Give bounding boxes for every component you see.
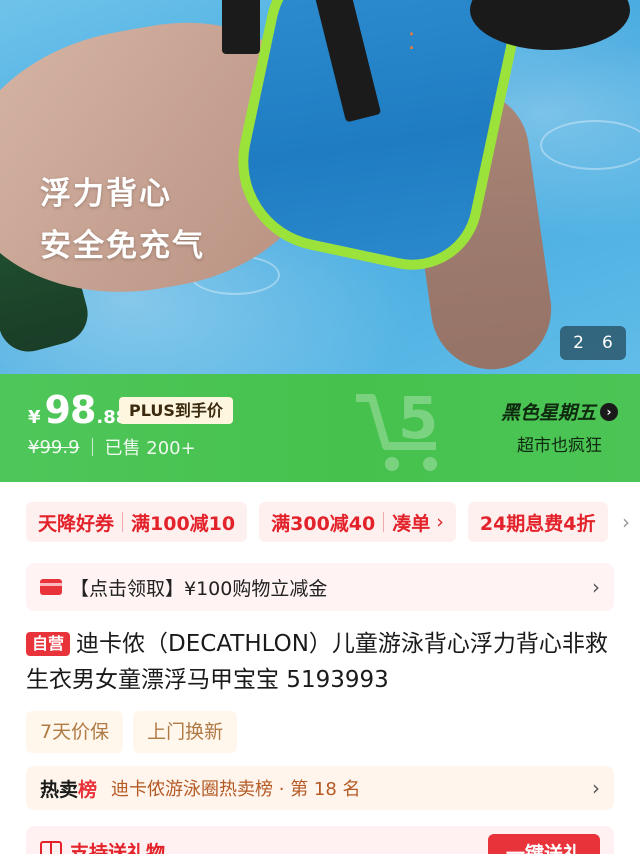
original-price-row: ¥99.9 已售 200+: [28, 434, 196, 460]
coupon-value: 满100减10: [131, 512, 236, 535]
water-ripple: [540, 120, 640, 170]
pager-current: 2: [573, 333, 584, 353]
chevron-right-icon: ›: [592, 776, 600, 800]
divider: [91, 438, 93, 456]
currency-symbol: ¥: [28, 407, 41, 428]
gift-bar: 支持送礼物 一键送礼: [26, 826, 614, 854]
service-tags: 7天价保 上门换新: [26, 711, 238, 753]
promo-title: 黑色星期五: [500, 402, 596, 424]
black-friday-promo[interactable]: 黑色星期五 › 超市也疯狂: [501, 398, 618, 456]
chevron-right-icon[interactable]: ›: [622, 510, 630, 534]
pager-total: 6: [602, 333, 613, 353]
product-title: 自营 迪卡侬（DECATHLON）儿童游泳背心浮力背心非救生衣男女童漂浮马甲宝宝 …: [26, 626, 622, 698]
image-pager: 2 6: [560, 326, 626, 360]
gift-text: 支持送礼物: [70, 841, 166, 854]
chevron-right-icon: ›: [600, 402, 618, 421]
ranking-label: 热卖榜: [40, 775, 97, 802]
promo-subtitle: 超市也疯狂: [516, 436, 602, 456]
send-gift-button[interactable]: 一键送礼: [487, 834, 600, 854]
gift-icon: [40, 841, 62, 854]
coupon-label: 天降好券: [38, 512, 115, 535]
price-band: ¥ 98 .88 PLUS到手价 ¥99.9 已售 200+ 5 黑色星期五 ›…: [0, 374, 640, 482]
coupon-list: 天降好券 满100减10 满300减40 凑单 › 24期息费4折: [26, 502, 640, 544]
logo-number: 5: [398, 384, 438, 452]
chevron-right-icon: ›: [436, 511, 444, 533]
price-integer: 98: [44, 388, 97, 432]
voucher-bar[interactable]: 【点击领取】¥100购物立减金 ›: [26, 563, 614, 611]
vest-strap: [222, 0, 260, 54]
coupon-action: 凑单: [392, 512, 431, 535]
divider: [122, 512, 124, 532]
cart-five-logo-icon: 5: [356, 384, 438, 471]
hero-line-1: 浮力背心: [40, 176, 172, 212]
plus-price-tag: PLUS到手价: [119, 397, 233, 424]
coupon-chip[interactable]: 24期息费4折: [467, 502, 608, 542]
voucher-text: 【点击领取】¥100购物立减金: [70, 577, 328, 600]
product-image-carousel[interactable]: ⁚ 浮力背心 安全免充气 2 6: [0, 0, 640, 374]
ranking-label-board: 榜: [78, 778, 98, 801]
divider: [383, 512, 385, 532]
coupon-label: 满300减40: [271, 512, 376, 535]
vest-logo: ⁚: [408, 30, 415, 55]
service-tag-price-protect[interactable]: 7天价保: [26, 711, 124, 753]
hero-overlay-text: 浮力背心 安全免充气: [40, 168, 205, 272]
service-tag-home-exchange[interactable]: 上门换新: [133, 711, 238, 753]
sold-count: 已售 200+: [104, 438, 196, 459]
ranking-bar[interactable]: 热卖榜 迪卡侬游泳圈热卖榜 · 第 18 名 ›: [26, 766, 614, 810]
hero-line-2: 安全免充气: [40, 228, 205, 264]
coupon-chip[interactable]: 天降好券 满100减10: [26, 502, 248, 542]
chevron-right-icon: ›: [592, 575, 600, 599]
self-operated-badge: 自营: [26, 632, 71, 656]
ranking-label-hot: 热卖: [40, 778, 79, 801]
coupon-chip[interactable]: 满300减40 凑单 ›: [259, 502, 456, 542]
original-price: ¥99.9: [28, 436, 80, 458]
coupon-label: 24期息费4折: [479, 512, 596, 535]
card-icon: [40, 579, 62, 595]
promo-title-row: 黑色星期五 ›: [501, 398, 618, 425]
current-price: ¥ 98 .88: [28, 388, 128, 432]
product-title-text: 迪卡侬（DECATHLON）儿童游泳背心浮力背心非救生衣男女童漂浮马甲宝宝 51…: [26, 631, 608, 693]
ranking-text: 迪卡侬游泳圈热卖榜 · 第 18 名: [111, 779, 361, 800]
